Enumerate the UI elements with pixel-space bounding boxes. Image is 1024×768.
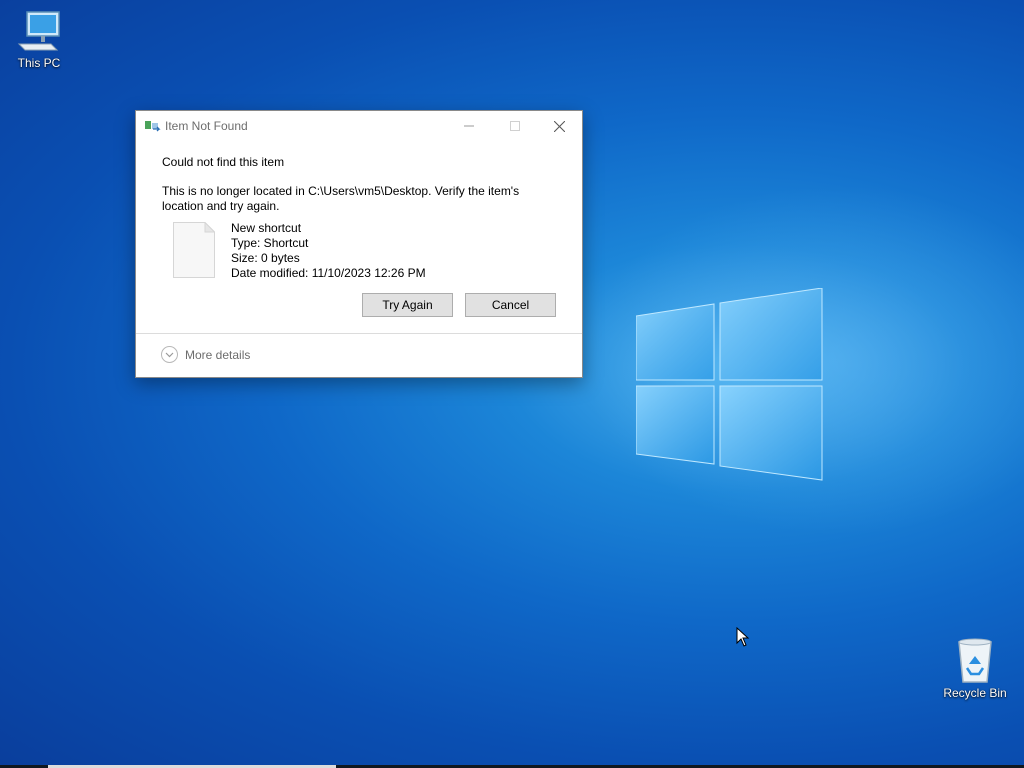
desktop-icon-label: This PC — [17, 56, 61, 70]
minimize-icon — [464, 125, 474, 127]
computer-icon — [17, 11, 60, 51]
file-type: Type: Shortcut — [231, 236, 309, 250]
more-details-label: More details — [185, 347, 251, 362]
file-date-modified: Date modified: 11/10/2023 12:26 PM — [231, 266, 426, 280]
item-not-found-dialog: Item Not Found Could not find this item … — [135, 110, 583, 378]
chevron-down-icon — [161, 346, 178, 363]
maximize-button[interactable] — [492, 111, 538, 141]
close-button[interactable] — [536, 111, 582, 141]
close-icon — [553, 120, 565, 132]
footer-divider — [136, 333, 582, 334]
minimize-button[interactable] — [446, 111, 492, 141]
blank-file-icon — [173, 222, 215, 278]
file-details: New shortcut Type: Shortcut Size: 0 byte… — [231, 221, 426, 281]
windows-logo-wallpaper — [636, 288, 823, 481]
desktop-icon-recycle-bin[interactable]: Recycle Bin — [940, 638, 1010, 700]
maximize-icon — [510, 121, 520, 131]
recycle-bin-icon — [958, 638, 992, 683]
desktop-icon-this-pc[interactable]: This PC — [4, 10, 74, 70]
mouse-cursor-icon — [736, 627, 750, 647]
dialog-titlebar[interactable]: Item Not Found — [136, 111, 582, 141]
cancel-button[interactable]: Cancel — [465, 293, 556, 317]
dialog-title: Item Not Found — [165, 119, 248, 133]
file-size: Size: 0 bytes — [231, 251, 300, 265]
file-name: New shortcut — [231, 221, 302, 235]
more-details-toggle[interactable]: More details — [161, 346, 250, 363]
desktop-icon-label: Recycle Bin — [943, 686, 1007, 700]
dialog-heading: Could not find this item — [162, 155, 285, 169]
dialog-message: This is no longer located in C:\Users\vm… — [162, 184, 520, 213]
try-again-button[interactable]: Try Again — [362, 293, 453, 317]
file-move-icon — [145, 121, 161, 132]
